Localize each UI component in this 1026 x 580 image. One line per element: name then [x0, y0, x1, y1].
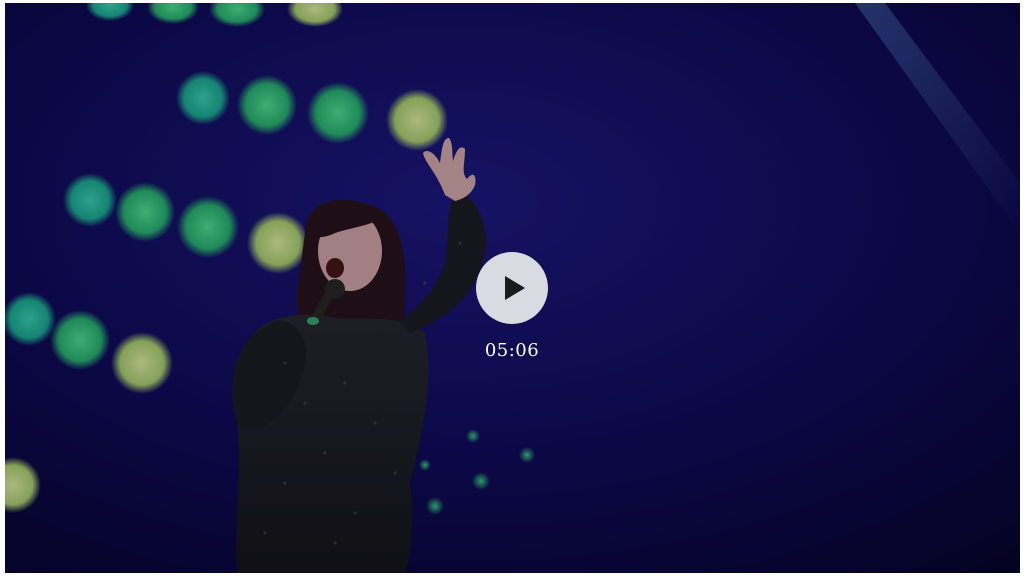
play-icon [504, 276, 525, 300]
play-button[interactable] [476, 252, 548, 324]
video-duration: 05:06 [484, 340, 540, 361]
video-player[interactable]: 05:06 [5, 3, 1020, 573]
